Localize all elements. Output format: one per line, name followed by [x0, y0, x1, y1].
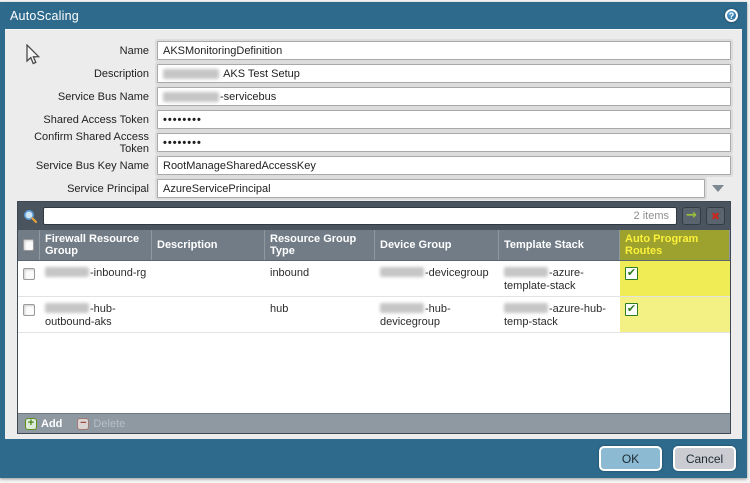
clear-filter-button[interactable]: ✖: [706, 207, 725, 225]
auto-program-routes-checkbox[interactable]: ✔: [625, 267, 638, 280]
col-description[interactable]: Description: [152, 230, 265, 260]
add-label: Add: [41, 418, 62, 430]
service-principal-select[interactable]: AzureServicePrincipal: [157, 179, 705, 198]
shared-access-token-label: Shared Access Token: [5, 114, 157, 126]
auto-program-routes-cell: ✔: [620, 297, 730, 332]
filter-bar: 2 items → ✖: [18, 202, 730, 230]
select-all-header-cell: [18, 230, 40, 260]
description-value: AKS Test Setup: [223, 68, 300, 80]
filter-input[interactable]: 2 items: [43, 207, 677, 225]
table-row[interactable]: -inbound-rg inbound -devicegroup -azure-…: [18, 261, 730, 297]
service-bus-name-label: Service Bus Name: [5, 91, 157, 103]
redacted-text: [163, 92, 219, 102]
col-device-group[interactable]: Device Group: [375, 230, 499, 260]
cancel-button[interactable]: Cancel: [673, 446, 736, 471]
service-principal-value: AzureServicePrincipal: [163, 183, 271, 195]
row-checkbox[interactable]: [23, 304, 35, 316]
col-resource-group-type[interactable]: Resource Group Type: [265, 230, 375, 260]
search-icon: [23, 209, 38, 224]
auto-program-routes-cell: ✔: [620, 261, 730, 296]
service-principal-dropdown-button[interactable]: [705, 179, 731, 198]
table-header: Firewall Resource Group Description Reso…: [18, 230, 730, 261]
description-label: Description: [5, 68, 157, 80]
ok-button[interactable]: OK: [599, 446, 662, 471]
name-field[interactable]: [157, 41, 731, 60]
delete-label: Delete: [93, 418, 125, 430]
cell-text: -devicegroup: [425, 267, 489, 279]
form-row-service-bus-name: Service Bus Name -servicebus: [5, 85, 742, 108]
form-row-shared-access-token: Shared Access Token: [5, 108, 742, 131]
resource-group-type-cell: hub: [265, 297, 375, 332]
plus-icon: +: [25, 418, 37, 430]
table-empty-area: [18, 333, 730, 413]
items-count: 2 items: [634, 210, 669, 222]
shared-access-token-field[interactable]: [157, 110, 731, 129]
service-bus-key-name-label: Service Bus Key Name: [5, 160, 157, 172]
service-bus-name-value: -servicebus: [220, 91, 276, 103]
cell-text: -inbound-rg: [90, 267, 146, 279]
row-select-cell: [18, 261, 40, 296]
col-template-stack[interactable]: Template Stack: [499, 230, 620, 260]
apply-filter-button[interactable]: →: [682, 207, 701, 225]
redacted-text: [163, 69, 219, 79]
template-stack-cell: -azure-hub-temp-stack: [499, 297, 620, 332]
row-checkbox[interactable]: [23, 268, 35, 280]
col-auto-program-routes[interactable]: Auto Program Routes: [620, 230, 730, 260]
confirm-token-label: Confirm Shared Access Token: [5, 131, 157, 155]
dialog-footer: OK Cancel: [0, 439, 747, 478]
confirm-token-field[interactable]: [157, 133, 731, 152]
description-cell: [152, 297, 265, 332]
description-field[interactable]: AKS Test Setup: [157, 64, 731, 83]
add-button[interactable]: + Add: [25, 418, 62, 430]
form-row-name: Name: [5, 39, 742, 62]
form-row-confirm-token: Confirm Shared Access Token: [5, 131, 742, 154]
help-icon[interactable]: ?: [725, 9, 738, 22]
delete-button[interactable]: − Delete: [77, 418, 125, 430]
check-icon: ✔: [627, 303, 636, 314]
redacted-text: [380, 267, 424, 277]
service-bus-key-name-field[interactable]: [157, 156, 731, 175]
form-row-description: Description AKS Test Setup: [5, 62, 742, 85]
chevron-down-icon: [712, 185, 724, 192]
redacted-text: [380, 303, 424, 313]
firewall-resource-group-cell: -hub-outbound-aks: [40, 297, 152, 332]
redacted-text: [504, 267, 548, 277]
form-row-service-principal: Service Principal AzureServicePrincipal: [5, 177, 742, 200]
template-stack-cell: -azure-template-stack: [499, 261, 620, 296]
device-group-cell: -hub-devicegroup: [375, 297, 499, 332]
form: Name Description AKS Test Setup Service …: [5, 30, 742, 200]
description-cell: [152, 261, 265, 296]
dialog-title: AutoScaling: [10, 9, 79, 23]
device-group-cell: -devicegroup: [375, 261, 499, 296]
check-icon: ✔: [627, 267, 636, 278]
table-row[interactable]: -hub-outbound-aks hub -hub-devicegroup -…: [18, 297, 730, 333]
auto-program-routes-checkbox[interactable]: ✔: [625, 303, 638, 316]
select-all-checkbox[interactable]: [23, 239, 34, 251]
autoscaling-dialog: AutoScaling ? Name Description AKS Test …: [0, 2, 747, 478]
row-select-cell: [18, 297, 40, 332]
resource-group-type-cell: inbound: [265, 261, 375, 296]
redacted-text: [45, 267, 89, 277]
name-label: Name: [5, 45, 157, 57]
service-principal-label: Service Principal: [5, 183, 157, 195]
firewall-resource-group-cell: -inbound-rg: [40, 261, 152, 296]
table-action-bar: + Add − Delete: [18, 413, 730, 433]
content-panel: Name Description AKS Test Setup Service …: [5, 29, 742, 439]
title-bar: AutoScaling ?: [0, 2, 747, 29]
close-icon: ✖: [711, 211, 720, 222]
form-row-service-bus-key-name: Service Bus Key Name: [5, 154, 742, 177]
resource-table: 2 items → ✖ Firewall Resource Group Desc…: [17, 201, 731, 434]
redacted-text: [504, 303, 548, 313]
redacted-text: [45, 303, 89, 313]
arrow-right-icon: →: [686, 209, 697, 222]
col-firewall-resource-group[interactable]: Firewall Resource Group: [40, 230, 152, 260]
minus-icon: −: [77, 418, 89, 430]
service-bus-name-field[interactable]: -servicebus: [157, 87, 731, 106]
